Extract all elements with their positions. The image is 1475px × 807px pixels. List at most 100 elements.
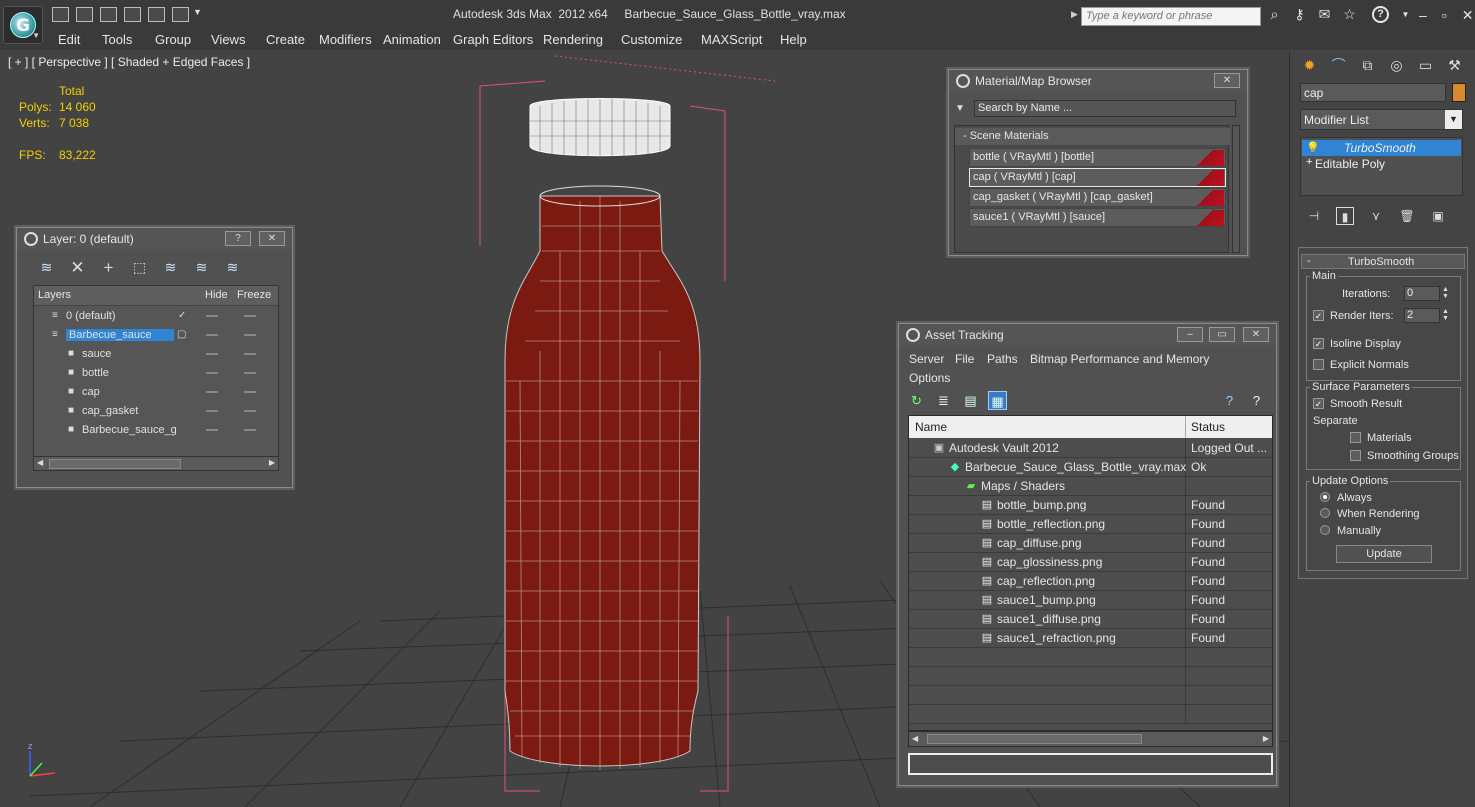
update-button[interactable]: Update [1336,545,1432,563]
col-name[interactable]: Name [915,420,947,434]
col-layers[interactable]: Layers [38,289,71,301]
material-item[interactable]: bottle ( VRayMtl ) [bottle] [969,148,1226,167]
remove-modifier-icon[interactable]: 🗑 [1398,207,1416,225]
isoline-display-checkbox[interactable]: ✓ [1313,338,1324,349]
object-name-field[interactable]: cap [1300,83,1446,102]
hierarchy-tab-icon[interactable]: ⧉ [1357,55,1378,76]
viewport-label[interactable]: [ + ] [ Perspective ] [ Shaded + Edged F… [8,55,250,69]
vault-options-icon[interactable]: ? [1247,391,1266,410]
configure-modifier-sets-icon[interactable]: ▣ [1429,207,1447,225]
object-color-swatch[interactable] [1452,83,1466,102]
freeze-toggle[interactable] [244,315,256,317]
list-view-icon[interactable]: ≣ [934,391,953,410]
save-file-icon[interactable] [100,7,117,22]
freeze-toggle[interactable] [244,391,256,393]
hide-toggle[interactable] [206,334,218,336]
make-unique-icon[interactable]: ⋎ [1367,207,1385,225]
asset-row[interactable]: ▤ sauce1_diffuse.png Found [909,610,1272,629]
options-dropdown-icon[interactable]: ▼ [955,103,965,114]
at-menu-bitmap-performance[interactable]: Bitmap Performance and Memory [1030,352,1209,366]
materials-checkbox[interactable] [1350,432,1361,443]
at-menu-options[interactable]: Options [909,371,950,385]
col-hide[interactable]: Hide [205,289,228,301]
at-menu-file[interactable]: File [955,352,974,366]
key-icon[interactable]: ⚷ [1291,6,1308,23]
chevron-down-icon[interactable]: ▼ [1397,6,1414,23]
modifier-list-dropdown[interactable]: Modifier List ▼ [1300,109,1463,130]
hide-toggle[interactable] [206,315,218,317]
smoothing-groups-checkbox[interactable] [1350,450,1361,461]
scroll-thumb[interactable] [49,459,181,469]
render-iters-spinner[interactable]: 2 [1404,308,1440,323]
hide-toggle[interactable] [206,372,218,374]
scroll-right-icon[interactable]: ▶ [1263,734,1269,743]
delete-layer-icon[interactable]: ✕ [68,258,87,277]
layer-row[interactable]: ≡ 0 (default) ✓ [34,307,278,326]
hide-toggle[interactable] [206,410,218,412]
menu-tools[interactable]: Tools [102,32,132,47]
spinner-arrows-icon[interactable]: ▲ ▼ [1441,286,1450,301]
vertical-scrollbar[interactable] [1232,125,1240,253]
table-view-icon[interactable]: ▦ [988,391,1007,410]
menu-rendering[interactable]: Rendering [543,32,603,47]
explicit-normals-checkbox[interactable] [1313,359,1324,370]
menu-edit[interactable]: Edit [58,32,80,47]
asset-row[interactable]: ▤ bottle_bump.png Found [909,496,1272,515]
smooth-result-checkbox[interactable]: ✓ [1313,398,1324,409]
material-item[interactable]: cap_gasket ( VRayMtl ) [cap_gasket] [969,188,1226,207]
freeze-toggle[interactable] [244,429,256,431]
hide-toggle[interactable] [206,429,218,431]
scroll-left-icon[interactable]: ◀ [37,458,43,467]
asset-row[interactable]: ▰ Maps / Shaders [909,477,1272,496]
asset-row[interactable]: ▤ cap_glossiness.png Found [909,553,1272,572]
col-freeze[interactable]: Freeze [237,289,271,301]
create-layer-icon[interactable]: ≋ [37,258,56,277]
chevron-down-icon[interactable]: ▼ [193,7,202,22]
search-input[interactable]: Type a keyword or phrase [1081,7,1261,26]
add-to-layer-icon[interactable]: + [99,258,118,277]
stack-item-turbosmooth[interactable]: 💡 TurboSmooth [1302,140,1461,156]
menu-maxscript[interactable]: MAXScript [701,32,762,47]
minimize-button[interactable]: – [1177,327,1203,342]
horizontal-scrollbar[interactable]: ◀ ▶ [908,731,1273,747]
manually-radio[interactable] [1320,525,1330,535]
freeze-toggle[interactable] [244,353,256,355]
scroll-thumb[interactable] [927,734,1142,744]
scroll-right-icon[interactable]: ▶ [269,458,275,467]
layer-row[interactable]: ■ cap [34,383,278,402]
asset-row[interactable]: ▣ Autodesk Vault 2012 Logged Out ... [909,439,1272,458]
render-iters-checkbox[interactable]: ✓ [1313,310,1324,321]
asset-row[interactable]: ▤ sauce1_bump.png Found [909,591,1272,610]
material-item[interactable]: sauce1 ( VRayMtl ) [sauce] [969,208,1226,227]
maximize-icon[interactable]: ▫ [1442,7,1447,24]
freeze-toggle[interactable] [244,372,256,374]
help-icon[interactable]: ? [1372,6,1389,23]
asset-row[interactable]: ▤ cap_reflection.png Found [909,572,1272,591]
freeze-all-layers-icon[interactable]: ≋ [223,258,242,277]
hide-toggle[interactable] [206,353,218,355]
star-icon[interactable]: ☆ [1341,6,1358,23]
turbosmooth-rollout-header[interactable]: - TurboSmooth [1301,254,1465,269]
communication-center-icon[interactable]: ✉ [1316,6,1333,23]
layer-row[interactable]: ■ Barbecue_sauce_g [34,421,278,440]
plus-icon[interactable]: + [1306,156,1312,168]
asset-row[interactable]: ▤ sauce1_refraction.png Found [909,629,1272,648]
select-objects-icon[interactable]: ⬚ [130,258,149,277]
asset-tracking-titlebar[interactable]: Asset Tracking – ▭ ✕ [899,324,1276,346]
material-item[interactable]: cap ( VRayMtl ) [cap] [969,168,1226,187]
current-layer-check-icon[interactable]: ✓ [178,310,188,321]
binoculars-icon[interactable]: ⌕ [1266,6,1283,23]
thumbnail-view-icon[interactable]: ▤ [961,391,980,410]
spinner-arrows-icon[interactable]: ▲ ▼ [1441,308,1450,323]
at-menu-paths[interactable]: Paths [987,352,1018,366]
menu-customize[interactable]: Customize [621,32,682,47]
vault-help-icon[interactable]: ? [1220,391,1239,410]
always-radio[interactable] [1320,492,1330,502]
project-folder-icon[interactable] [172,7,189,22]
layer-row[interactable]: ■ bottle [34,364,278,383]
menu-modifiers[interactable]: Modifiers [319,32,372,47]
help-button[interactable]: ? [225,231,251,246]
create-tab-icon[interactable]: ✹ [1299,55,1320,76]
layer-row[interactable]: ■ sauce [34,345,278,364]
highlight-layer-icon[interactable]: ≋ [161,258,180,277]
